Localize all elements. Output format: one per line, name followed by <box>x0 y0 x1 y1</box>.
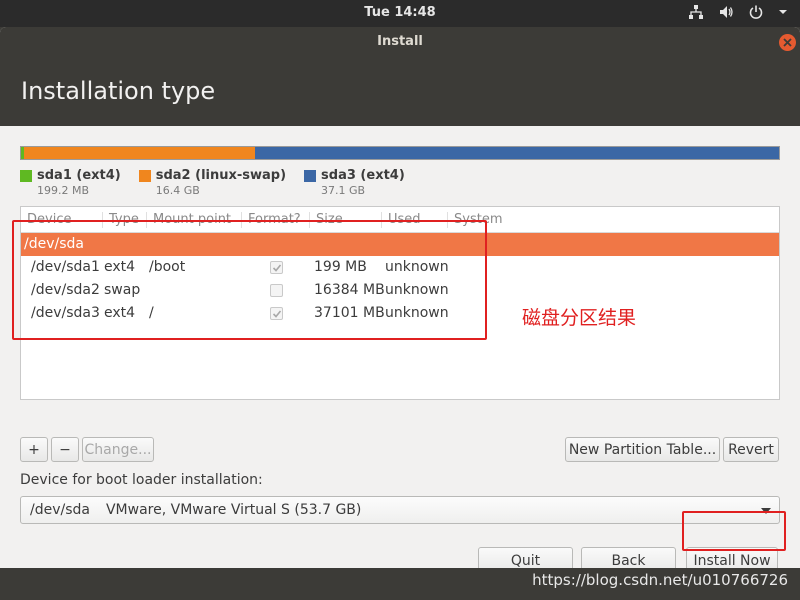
check-icon <box>272 309 281 318</box>
legend-item: sda2 (linux-swap) 16.4 GB <box>138 168 287 197</box>
table-header: Device Type Mount point Format? Size Use… <box>21 207 779 233</box>
power-icon[interactable] <box>748 4 764 20</box>
disk-device: /dev/sda <box>24 236 84 252</box>
system-tray <box>688 4 788 20</box>
row-size: 16384 MB <box>314 282 385 298</box>
partition-segment <box>24 147 256 159</box>
col-used[interactable]: Used <box>382 212 448 228</box>
row-used: unknown <box>385 282 449 298</box>
add-partition-button[interactable]: + <box>20 437 48 462</box>
legend-name: sda1 (ext4) <box>37 168 121 183</box>
dropdown-arrow-icon <box>761 508 771 514</box>
install-now-button[interactable]: Install Now <box>686 547 778 568</box>
format-checkbox[interactable] <box>270 261 283 274</box>
col-type[interactable]: Type <box>103 212 147 228</box>
check-icon <box>272 263 281 272</box>
format-checkbox[interactable] <box>270 307 283 320</box>
partition-bar <box>20 146 780 160</box>
clock[interactable]: Tue 14:48 <box>0 5 800 20</box>
revert-button[interactable]: Revert <box>723 437 779 462</box>
col-device[interactable]: Device <box>21 212 103 228</box>
close-icon <box>783 38 792 47</box>
legend-item: sda3 (ext4) 37.1 GB <box>304 168 405 197</box>
remove-partition-button[interactable]: − <box>51 437 79 462</box>
row-device: /dev/sda1 <box>31 259 100 275</box>
boot-loader-device: /dev/sda <box>30 502 90 518</box>
boot-loader-description: VMware, VMware Virtual S (53.7 GB) <box>105 502 362 518</box>
legend-item: sda1 (ext4) 199.2 MB <box>20 168 121 197</box>
col-format[interactable]: Format? <box>242 212 310 228</box>
row-mount-point: /boot <box>149 259 186 275</box>
row-used: unknown <box>385 305 449 321</box>
table-row-disk[interactable]: /dev/sda <box>21 233 779 256</box>
boot-loader-select[interactable]: /dev/sda VMware, VMware Virtual S (53.7 … <box>20 496 780 524</box>
window-title: Install <box>377 34 423 49</box>
row-mount-point: / <box>149 305 154 321</box>
page-header: Installation type <box>0 57 800 126</box>
legend-swatch <box>20 169 32 182</box>
row-device: /dev/sda3 <box>31 305 100 321</box>
col-system[interactable]: System <box>448 212 778 228</box>
back-button[interactable]: Back <box>581 547 676 568</box>
col-size[interactable]: Size <box>310 212 382 228</box>
installer-window: Install Installation type sda1 (ext4) 199… <box>0 27 800 568</box>
legend-size: 37.1 GB <box>321 184 366 197</box>
format-checkbox[interactable] <box>270 284 283 297</box>
row-used: unknown <box>385 259 449 275</box>
row-device: /dev/sda2 <box>31 282 100 298</box>
top-panel: Tue 14:48 <box>0 0 800 27</box>
row-type: ext4 <box>104 259 136 275</box>
legend-swatch <box>138 169 151 182</box>
row-size: 199 MB <box>314 259 367 275</box>
chevron-down-icon[interactable] <box>778 4 788 20</box>
legend-size: 199.2 MB <box>37 184 90 197</box>
row-size: 37101 MB <box>314 305 385 321</box>
partition-legend: sda1 (ext4) 199.2 MB sda2 (linux-swap) 16.4… <box>20 168 405 197</box>
legend-size: 16.4 GB <box>155 184 200 197</box>
volume-icon[interactable] <box>718 4 734 20</box>
annotation-text: 磁盘分区结果 <box>522 307 637 329</box>
main-content: sda1 (ext4) 199.2 MB sda2 (linux-swap) 16.4… <box>0 126 800 568</box>
row-type: ext4 <box>104 305 136 321</box>
table-row[interactable]: /dev/sda1 ext4/boot 199 MB unknown <box>21 256 779 279</box>
row-type: swap <box>104 282 141 298</box>
new-partition-table-button[interactable]: New Partition Table... <box>565 437 720 462</box>
watermark: https://blog.csdn.net/u010766726 <box>532 571 788 589</box>
network-icon[interactable] <box>688 4 704 20</box>
partition-rows: /dev/sda1 ext4/boot 199 MB unknown/dev/sda2… <box>21 256 779 325</box>
legend-name: sda3 (ext4) <box>321 168 405 183</box>
col-mount-point[interactable]: Mount point <box>147 212 242 228</box>
quit-button[interactable]: Quit <box>478 547 573 568</box>
table-row[interactable]: /dev/sda2 swap 16384 MB unknown <box>21 279 779 302</box>
boot-loader-label: Device for boot loader installation: <box>20 472 263 488</box>
partition-segment <box>255 147 779 159</box>
change-partition-button[interactable]: Change... <box>82 437 154 462</box>
legend-swatch <box>304 169 317 182</box>
close-button[interactable] <box>779 34 796 51</box>
legend-name: sda2 (linux-swap) <box>155 168 287 183</box>
page-title: Installation type <box>21 77 216 105</box>
table-row[interactable]: /dev/sda3 ext4 / 37101 MB unknown <box>21 302 779 325</box>
partition-table[interactable]: Device Type Mount point Format? Size Use… <box>20 206 780 400</box>
titlebar[interactable]: Install <box>0 27 800 57</box>
